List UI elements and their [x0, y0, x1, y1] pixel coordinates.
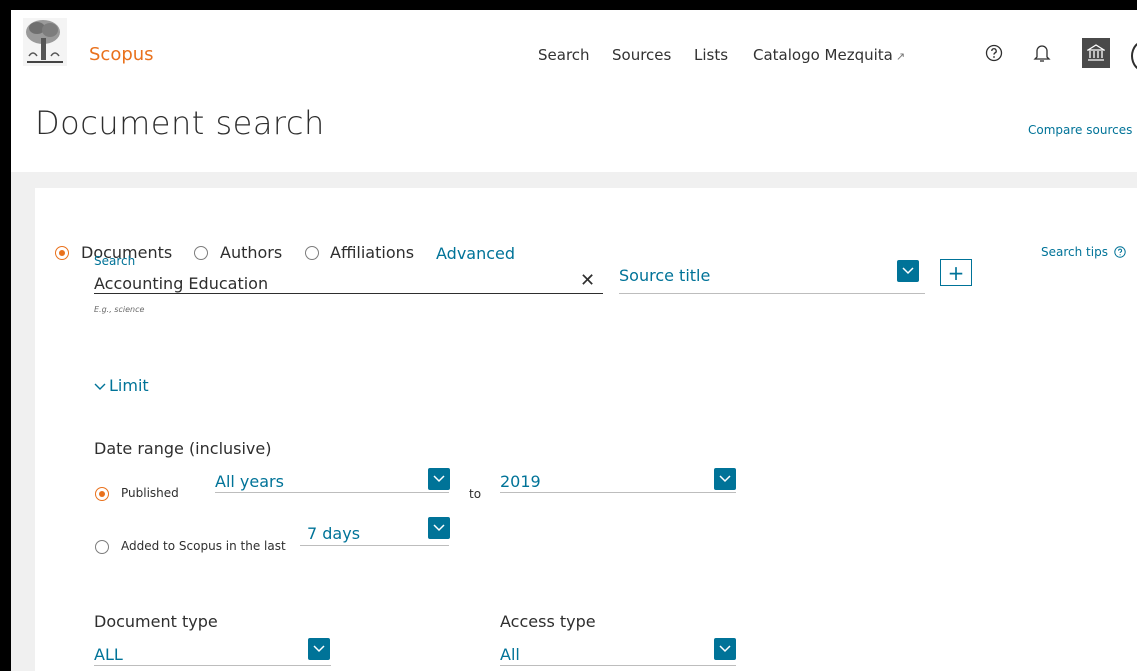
added-to-scopus-radio[interactable] — [95, 540, 109, 554]
access-type-chevron-down-icon[interactable] — [714, 638, 736, 660]
institution-icon[interactable] — [1082, 38, 1110, 68]
from-year-underline — [215, 492, 449, 493]
user-avatar[interactable] — [1131, 40, 1137, 72]
document-type-chevron-down-icon[interactable] — [308, 638, 330, 660]
affiliations-tab-label[interactable]: Affiliations — [330, 243, 414, 262]
to-year-chevron-down-icon[interactable] — [714, 468, 736, 490]
access-type-label: Access type — [500, 612, 596, 631]
from-year-chevron-down-icon[interactable] — [428, 468, 450, 490]
document-type-underline — [94, 665, 331, 666]
from-year-select[interactable]: All years — [215, 472, 284, 491]
limit-toggle-label: Limit — [109, 376, 149, 395]
scopus-brand[interactable]: Scopus — [89, 44, 154, 65]
screen-frame-left — [0, 0, 11, 671]
date-range-label: Date range (inclusive) — [94, 439, 272, 458]
authors-radio[interactable] — [194, 246, 208, 260]
search-input[interactable]: Accounting Education — [94, 274, 268, 293]
search-hint: E.g., science — [94, 305, 145, 314]
field-select-underline — [619, 293, 925, 294]
added-to-scopus-label: Added to Scopus in the last — [121, 539, 286, 553]
published-radio[interactable] — [95, 487, 109, 501]
document-type-label: Document type — [94, 612, 218, 631]
authors-tab-label[interactable]: Authors — [220, 243, 282, 262]
help-circle-icon — [1114, 246, 1126, 258]
chevron-down-icon — [94, 383, 106, 390]
limit-toggle[interactable]: Limit — [94, 376, 149, 395]
search-tips-label: Search tips — [1041, 245, 1108, 259]
clear-search-icon[interactable]: ✕ — [580, 270, 595, 291]
documents-radio[interactable] — [55, 246, 69, 260]
elsevier-logo[interactable] — [21, 16, 69, 68]
nav-lists[interactable]: Lists — [694, 46, 728, 64]
search-tips-link[interactable]: Search tips — [1041, 245, 1126, 259]
added-days-select[interactable]: 7 days — [307, 524, 360, 543]
external-link-icon: ↗ — [895, 50, 906, 63]
advanced-search-link[interactable]: Advanced — [436, 244, 515, 263]
to-label: to — [469, 487, 482, 501]
affiliations-radio[interactable] — [305, 246, 319, 260]
compare-sources-link[interactable]: Compare sources — [1028, 123, 1132, 137]
nav-search[interactable]: Search — [538, 46, 590, 64]
field-select-chevron-down-icon[interactable] — [897, 260, 919, 282]
added-days-chevron-down-icon[interactable] — [428, 517, 450, 539]
help-icon[interactable] — [983, 42, 1005, 64]
to-year-underline — [500, 492, 736, 493]
page-title: Document search — [35, 104, 325, 142]
search-field-label: Search — [94, 254, 136, 268]
access-type-select[interactable]: All — [500, 645, 520, 664]
access-type-underline — [500, 665, 736, 666]
search-input-underline — [94, 293, 603, 294]
to-year-select[interactable]: 2019 — [500, 472, 541, 491]
add-search-field-button[interactable]: + — [940, 259, 972, 286]
bell-icon[interactable] — [1031, 42, 1053, 64]
document-type-select[interactable]: ALL — [94, 645, 123, 664]
top-header: Scopus Search Sources Lists Catalogo Mez… — [11, 10, 1137, 90]
published-label: Published — [121, 486, 179, 500]
added-days-underline — [300, 545, 449, 546]
nav-sources[interactable]: Sources — [612, 46, 671, 64]
screen-frame-top — [0, 0, 1137, 10]
nav-catalogo-label: Catalogo Mezquita — [753, 46, 893, 64]
nav-catalogo-mezquita[interactable]: Catalogo Mezquita ↗ — [753, 46, 905, 64]
field-select-value[interactable]: Source title — [619, 266, 710, 285]
